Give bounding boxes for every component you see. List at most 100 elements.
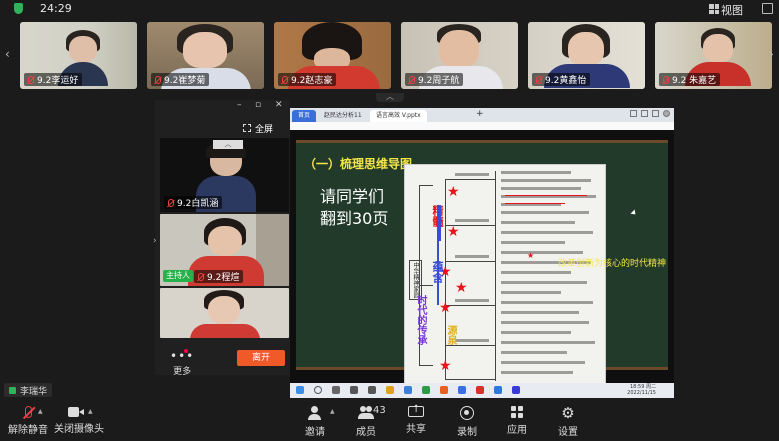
- participant-name-label: 9.2白凯涵: [164, 196, 223, 209]
- participant-strip: ‹ 9.2李运好 9.2崔梦菊 9.2赵志豪 9.2周子航 9.2黄鑫怡 9.2…: [0, 19, 779, 93]
- share-screen-icon: [408, 404, 424, 417]
- browser-tab-active[interactable]: 语言高效 V.pptx: [370, 110, 427, 122]
- app-icon[interactable]: [440, 386, 448, 394]
- participant-tile[interactable]: 9.2赵志豪: [274, 22, 391, 89]
- fullscreen-button[interactable]: 全屏: [255, 122, 273, 135]
- participant-tile[interactable]: 9.2李运好: [20, 22, 137, 89]
- slide-instruction: 请同学们 翻到30页: [320, 187, 389, 228]
- self-name-badge: 李瑞华: [4, 383, 53, 397]
- camera-icon: [68, 406, 84, 417]
- participant-name-label: 9.2程煊: [194, 270, 244, 283]
- shared-screen: 首页 赵民达分析11 语言高效 V.pptx + （一）梳理思维导图 请同学们 …: [290, 108, 674, 398]
- participant-tile[interactable]: 9.2崔梦菊: [147, 22, 264, 89]
- video-tile[interactable]: [160, 288, 289, 338]
- muted-mic-icon: [155, 75, 161, 84]
- browser-address-strip: [290, 122, 674, 130]
- muted-mic-icon: [24, 406, 32, 418]
- red-star-icon: ★: [447, 224, 460, 240]
- leave-button[interactable]: 离开: [237, 350, 285, 366]
- view-button[interactable]: 视图: [721, 2, 743, 18]
- muted-mic-icon: [536, 75, 542, 84]
- app-icon[interactable]: [422, 386, 430, 394]
- expand-side-chevron-icon[interactable]: ›: [153, 236, 157, 246]
- app-icon[interactable]: [350, 386, 358, 394]
- app-icon[interactable]: [458, 386, 466, 394]
- video-tile[interactable]: 9.2白凯涵: [160, 138, 289, 212]
- members-icon: [358, 406, 374, 420]
- participant-name-label: 9.2赵志豪: [278, 73, 337, 86]
- fullscreen-icon[interactable]: [243, 124, 251, 132]
- participant-name-label: 9.2 朱嘉艺: [659, 73, 721, 86]
- task-view-icon[interactable]: [332, 386, 340, 394]
- mind-map-page: 中华精神家园 ★ ★ ★ ★ ★ ★ ★ 蕴含 时代的传承 源泉: [404, 164, 606, 383]
- app-icon[interactable]: [368, 386, 376, 394]
- participant-name-label: 9.2周子航: [405, 73, 464, 86]
- chalkboard: （一）梳理思维导图 请同学们 翻到30页 中华精神家园 ★ ★ ★ ★ ★ ★ …: [296, 140, 668, 383]
- muted-mic-icon: [409, 75, 415, 84]
- muted-mic-icon: [28, 75, 34, 84]
- video-tile[interactable]: 主持人 9.2程煊: [160, 214, 289, 286]
- fullscreen-icon[interactable]: [762, 3, 773, 14]
- red-star-icon: ★: [439, 358, 452, 374]
- invite-caret-icon[interactable]: ▲: [330, 408, 335, 415]
- red-star-icon: ★: [527, 251, 535, 260]
- red-star-icon: ★: [447, 184, 460, 200]
- strip-next-arrow-icon[interactable]: ›: [769, 47, 774, 61]
- participant-name-label: 9.2黄鑫怡: [532, 73, 591, 86]
- network-signal-icon: [9, 386, 16, 394]
- muted-mic-icon: [198, 272, 204, 281]
- unmute-button[interactable]: 解除静音: [6, 406, 50, 436]
- gear-icon: ⚙: [561, 404, 575, 422]
- app-icon[interactable]: [404, 386, 412, 394]
- participant-tile[interactable]: 9.2周子航: [401, 22, 518, 89]
- record-button[interactable]: 录制: [455, 406, 479, 438]
- strip-prev-arrow-icon[interactable]: ‹: [5, 47, 10, 61]
- browser-tab-bar: 首页 赵民达分析11 语言高效 V.pptx +: [290, 108, 674, 122]
- apps-button[interactable]: 应用: [505, 406, 529, 436]
- presentation-slide: （一）梳理思维导图 请同学们 翻到30页 中华精神家园 ★ ★ ★ ★ ★ ★ …: [290, 130, 674, 383]
- participant-name-label: 9.2崔梦菊: [151, 73, 210, 86]
- add-person-icon: [307, 406, 323, 420]
- muted-mic-icon: [168, 198, 174, 207]
- search-icon[interactable]: [314, 386, 322, 394]
- app-icon[interactable]: [512, 386, 520, 394]
- panel-window-controls: – ▫ ✕: [155, 100, 290, 112]
- video-options-caret-icon[interactable]: ▲: [88, 408, 93, 415]
- more-dots-icon: •••: [170, 349, 195, 363]
- muted-mic-icon: [282, 75, 288, 84]
- red-star-icon: ★: [455, 280, 468, 296]
- share-button[interactable]: 共享: [404, 404, 428, 435]
- record-icon: [460, 406, 474, 420]
- red-star-icon: ★: [439, 300, 452, 316]
- more-button[interactable]: ••• 更多: [170, 349, 195, 377]
- muted-mic-icon: [663, 75, 669, 84]
- participant-tile[interactable]: 9.2黄鑫怡: [528, 22, 645, 89]
- participant-tile[interactable]: 9.2 朱嘉艺: [655, 22, 772, 89]
- annotation-shidai: 时代的传承: [415, 295, 426, 345]
- meeting-timer: 24:29: [40, 2, 72, 15]
- restore-icon[interactable]: ▫: [255, 100, 261, 110]
- settings-button[interactable]: ⚙ 设置: [556, 404, 580, 439]
- collapse-panel-chevron-icon[interactable]: ︿: [213, 140, 243, 149]
- grid-view-icon[interactable]: [709, 4, 719, 14]
- app-icon[interactable]: [476, 386, 484, 394]
- audio-options-caret-icon[interactable]: ▲: [38, 408, 43, 415]
- invite-button[interactable]: 邀请: [303, 406, 327, 438]
- chrome-icon[interactable]: [386, 386, 394, 394]
- top-bar: 24:29 视图: [0, 0, 779, 18]
- security-shield-icon[interactable]: [14, 3, 23, 14]
- new-tab-icon[interactable]: +: [476, 109, 484, 119]
- slide-annotation-spirit: 改革创新为核心的时代精神: [558, 259, 667, 269]
- collapse-strip-handle[interactable]: ︿: [376, 93, 404, 102]
- mind-map-root: 中华精神家园: [409, 260, 422, 300]
- annotation-yuanquan: 源泉: [445, 325, 456, 345]
- minimize-icon[interactable]: –: [237, 100, 242, 110]
- browser-tab[interactable]: 赵民达分析11: [318, 110, 368, 122]
- notification-dot: [184, 349, 188, 353]
- close-icon[interactable]: ✕: [275, 100, 283, 110]
- browser-tab[interactable]: 首页: [292, 110, 317, 122]
- start-icon[interactable]: [296, 386, 304, 394]
- app-icon[interactable]: [494, 386, 502, 394]
- apps-grid-icon: [511, 406, 523, 418]
- members-count-badge: 43: [373, 405, 386, 416]
